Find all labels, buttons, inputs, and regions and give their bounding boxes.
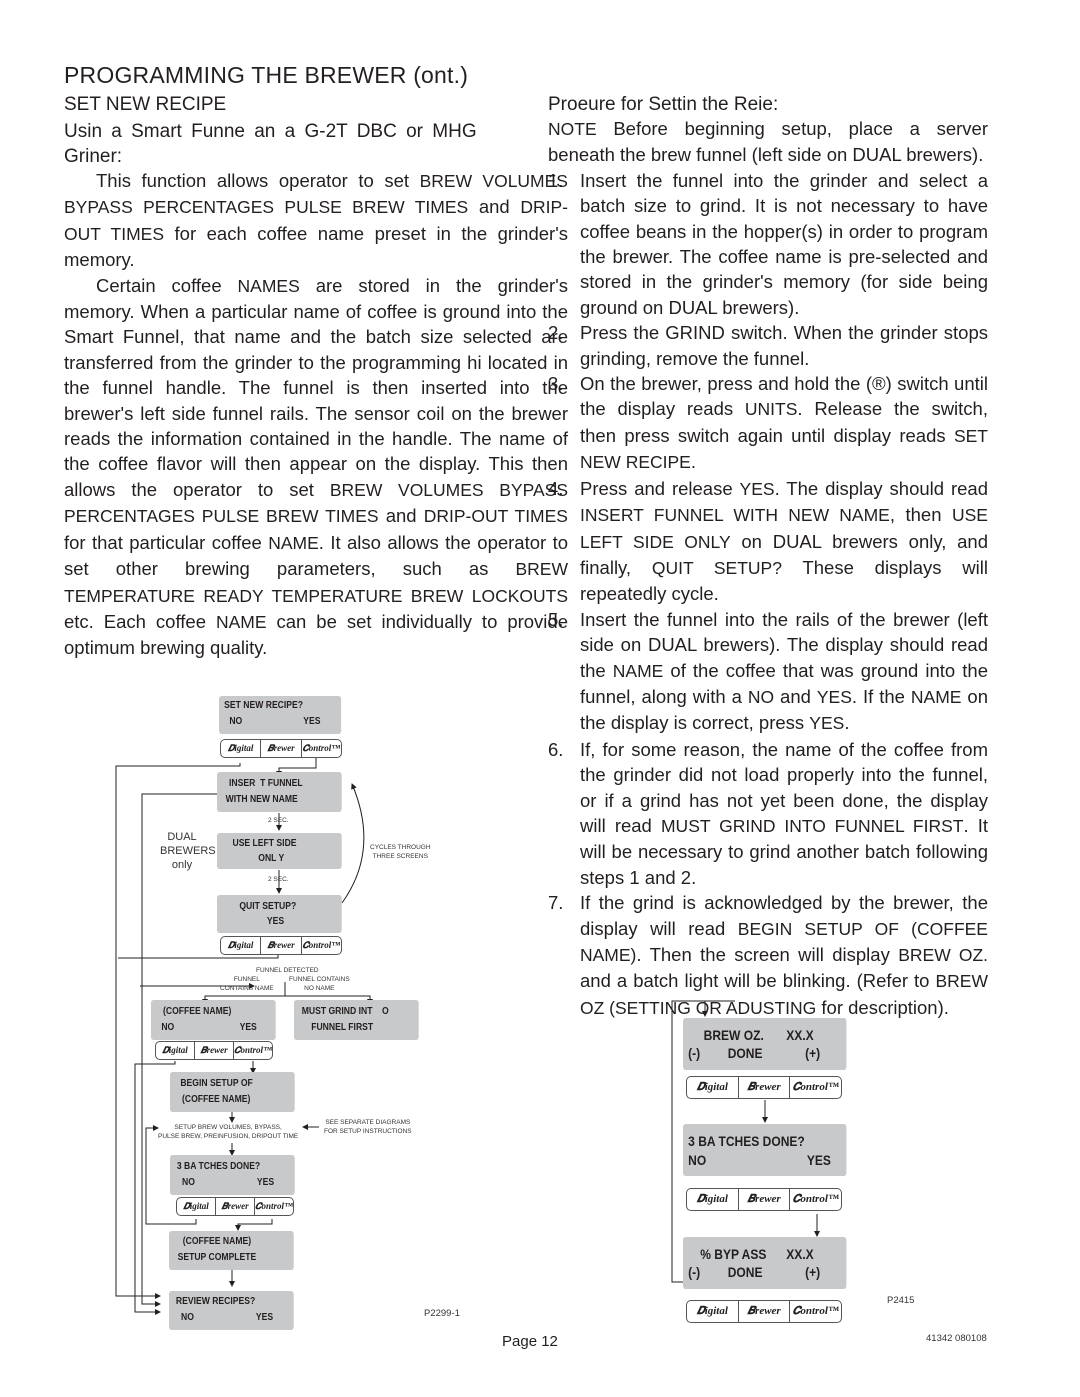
control-key[interactable]: 𝑪ontrol™ [302,740,341,757]
label-contains-no-name: FUNNEL CONTAINS NO NAME [289,976,350,992]
lcd-line: FUNNEL FIRST [311,1022,374,1033]
label-dual-brewers: DUAL BREWERS only [160,831,216,871]
lcd-done: DONE [727,1045,763,1061]
lcd-yes: YES [806,1152,831,1168]
digital-key[interactable]: 𝑫igital [221,740,262,757]
connector-yes-batches [235,1219,273,1231]
lcd-must-grind: MUST GRIND INT O FUNNEL FIRST [294,1000,419,1040]
digital-key[interactable]: 𝑫igital [687,1077,739,1098]
dbc-keypad: 𝑫igital 𝑩rewer 𝑪ontrol™ [686,1188,842,1211]
lcd-line: BEGIN SETUP OF [180,1078,253,1089]
lcd-set-new-recipe: SET NEW RECIPE? NO YES [219,696,342,734]
label-funnel-detected: FUNNEL DETECTED [256,967,319,974]
label-see-separate: SEE SEPARATE DIAGRAMS FOR SETUP INSTRUCT… [324,1119,412,1135]
lcd-line: SETUP COMPLETE [177,1252,257,1263]
lcd-line: 3 BA TCHES DONE? [688,1133,805,1149]
lcd-batches-done: 3 BA TCHES DONE? NO YES [170,1155,295,1195]
lcd-line: INSER T FUNNEL [229,778,303,789]
dbc-keypad: 𝑫igital 𝑩rewer 𝑪ontrol™ [155,1041,273,1060]
brewer-key[interactable]: 𝑩rewer [739,1189,791,1210]
label-cycles-through: CYCLES THROUGH THREE SCREENS [370,844,431,860]
dbc-keypad: 𝑫igital 𝑩rewer 𝑪ontrol™ [686,1300,842,1323]
lcd-brew-oz: BREW OZ. XX.X (-) DONE (+) [683,1018,847,1070]
lcd-line: USE LEFT SIDE [232,838,297,849]
lcd-minus: (-) [688,1045,701,1061]
control-key[interactable]: 𝑪ontrol™ [302,937,341,954]
digital-key[interactable]: 𝑫igital [687,1301,739,1322]
lcd-line: REVIEW RECIPES? [175,1296,256,1307]
lcd-minus: (-) [688,1264,701,1280]
control-key[interactable]: 𝑪ontrol™ [790,1189,841,1210]
lcd-line: (COFFEE NAME) [182,1094,251,1105]
lcd-setup-complete: (COFFEE NAME) SETUP COMPLETE [169,1231,294,1270]
lcd-plus: (+) [805,1045,821,1061]
lcd-review-recipes: REVIEW RECIPES? NO YES [169,1291,294,1330]
lcd-value: XX.X [786,1027,814,1043]
brewer-key[interactable]: 𝑩rewer [739,1301,791,1322]
document-code: 41342 080108 [926,1333,987,1344]
lcd-no: NO [182,1177,195,1188]
lcd-insert-funnel: INSER T FUNNEL WITH NEW NAME [217,772,342,812]
label-2-sec: 2 SEC. [268,817,289,824]
lcd-line: 3 BA TCHES DONE? [176,1161,261,1172]
lcd-done: DONE [727,1264,763,1280]
dbc-keypad: 𝑫igital 𝑩rewer 𝑪ontrol™ [220,936,342,955]
lcd-no: NO [161,1022,175,1033]
lcd-line: SET NEW RECIPE? [224,700,304,711]
lcd-value: XX.X [786,1246,814,1262]
brewer-key[interactable]: 𝑩rewer [261,937,302,954]
control-key[interactable]: 𝑪ontrol™ [255,1198,293,1215]
brewer-key[interactable]: 𝑩rewer [216,1198,255,1215]
connector-no-coffee [134,1061,176,1315]
lcd-line: (COFFEE NAME) [163,1006,232,1017]
flowchart-connectors [115,757,820,1315]
digital-key[interactable]: 𝑫igital [221,937,262,954]
lcd-no: NO [229,716,243,727]
brewer-key[interactable]: 𝑩rewer [261,740,302,757]
digital-key[interactable]: 𝑫igital [687,1189,739,1210]
lcd-bypass: % BYP ASS XX.X (-) DONE (+) [683,1237,847,1289]
lcd-line: (COFFEE NAME) [182,1236,252,1247]
brewer-key[interactable]: 𝑩rewer [739,1077,791,1098]
lcd-no: NO [688,1152,707,1168]
page-number: Page 12 [502,1333,558,1350]
label-2-sec: 2 SEC. [268,876,289,883]
lcd-no: NO [181,1312,194,1323]
digital-key[interactable]: 𝑫igital [156,1042,195,1059]
lcd-begin-setup: BEGIN SETUP OF (COFFEE NAME) [170,1072,295,1112]
label-setup-brew: SETUP BREW VOLUMES, BYPASS, PULSE BREW, … [158,1124,299,1140]
control-key[interactable]: 𝑪ontrol™ [234,1042,272,1059]
label-contains-name: FUNNEL CONTAINS NAME [220,976,274,992]
lcd-yes: YES [256,1177,275,1188]
dbc-keypad: 𝑫igital 𝑩rewer 𝑪ontrol™ [686,1076,842,1099]
lcd-coffee-name: (COFFEE NAME) NO YES [151,1000,276,1040]
lcd-line: WITH NEW NAME [225,794,298,805]
lcd-line: QUIT SETUP? [239,901,297,912]
figure-id-left: P2299-1 [424,1308,460,1319]
lcd-use-left-side: USE LEFT SIDE ONL Y [217,833,342,869]
dbc-keypad: 𝑫igital 𝑩rewer 𝑪ontrol™ [220,739,342,758]
lcd-line: YES [266,916,285,927]
digital-key[interactable]: 𝑫igital [177,1198,216,1215]
lcd-plus: (+) [805,1264,821,1280]
figure-id-right: P2415 [887,1295,915,1306]
dbc-keypad: 𝑫igital 𝑩rewer 𝑪ontrol™ [176,1197,294,1216]
lcd-yes: YES [255,1312,274,1323]
lcd-quit-setup: QUIT SETUP? YES [217,895,342,933]
lcd-label: BREW OZ. [703,1027,764,1043]
connector-cycle [341,783,365,904]
lcd-batches-done-right: 3 BA TCHES DONE? NO YES [683,1124,847,1176]
brewer-key[interactable]: 𝑩rewer [195,1042,234,1059]
lcd-line: ONL Y [258,853,285,864]
control-key[interactable]: 𝑪ontrol™ [790,1077,841,1098]
lcd-label: % BYP ASS [700,1246,767,1262]
lcd-line: MUST GRIND INT O [301,1006,389,1017]
lcd-yes: YES [239,1022,257,1033]
control-key[interactable]: 𝑪ontrol™ [790,1301,841,1322]
lcd-yes: YES [303,716,321,727]
